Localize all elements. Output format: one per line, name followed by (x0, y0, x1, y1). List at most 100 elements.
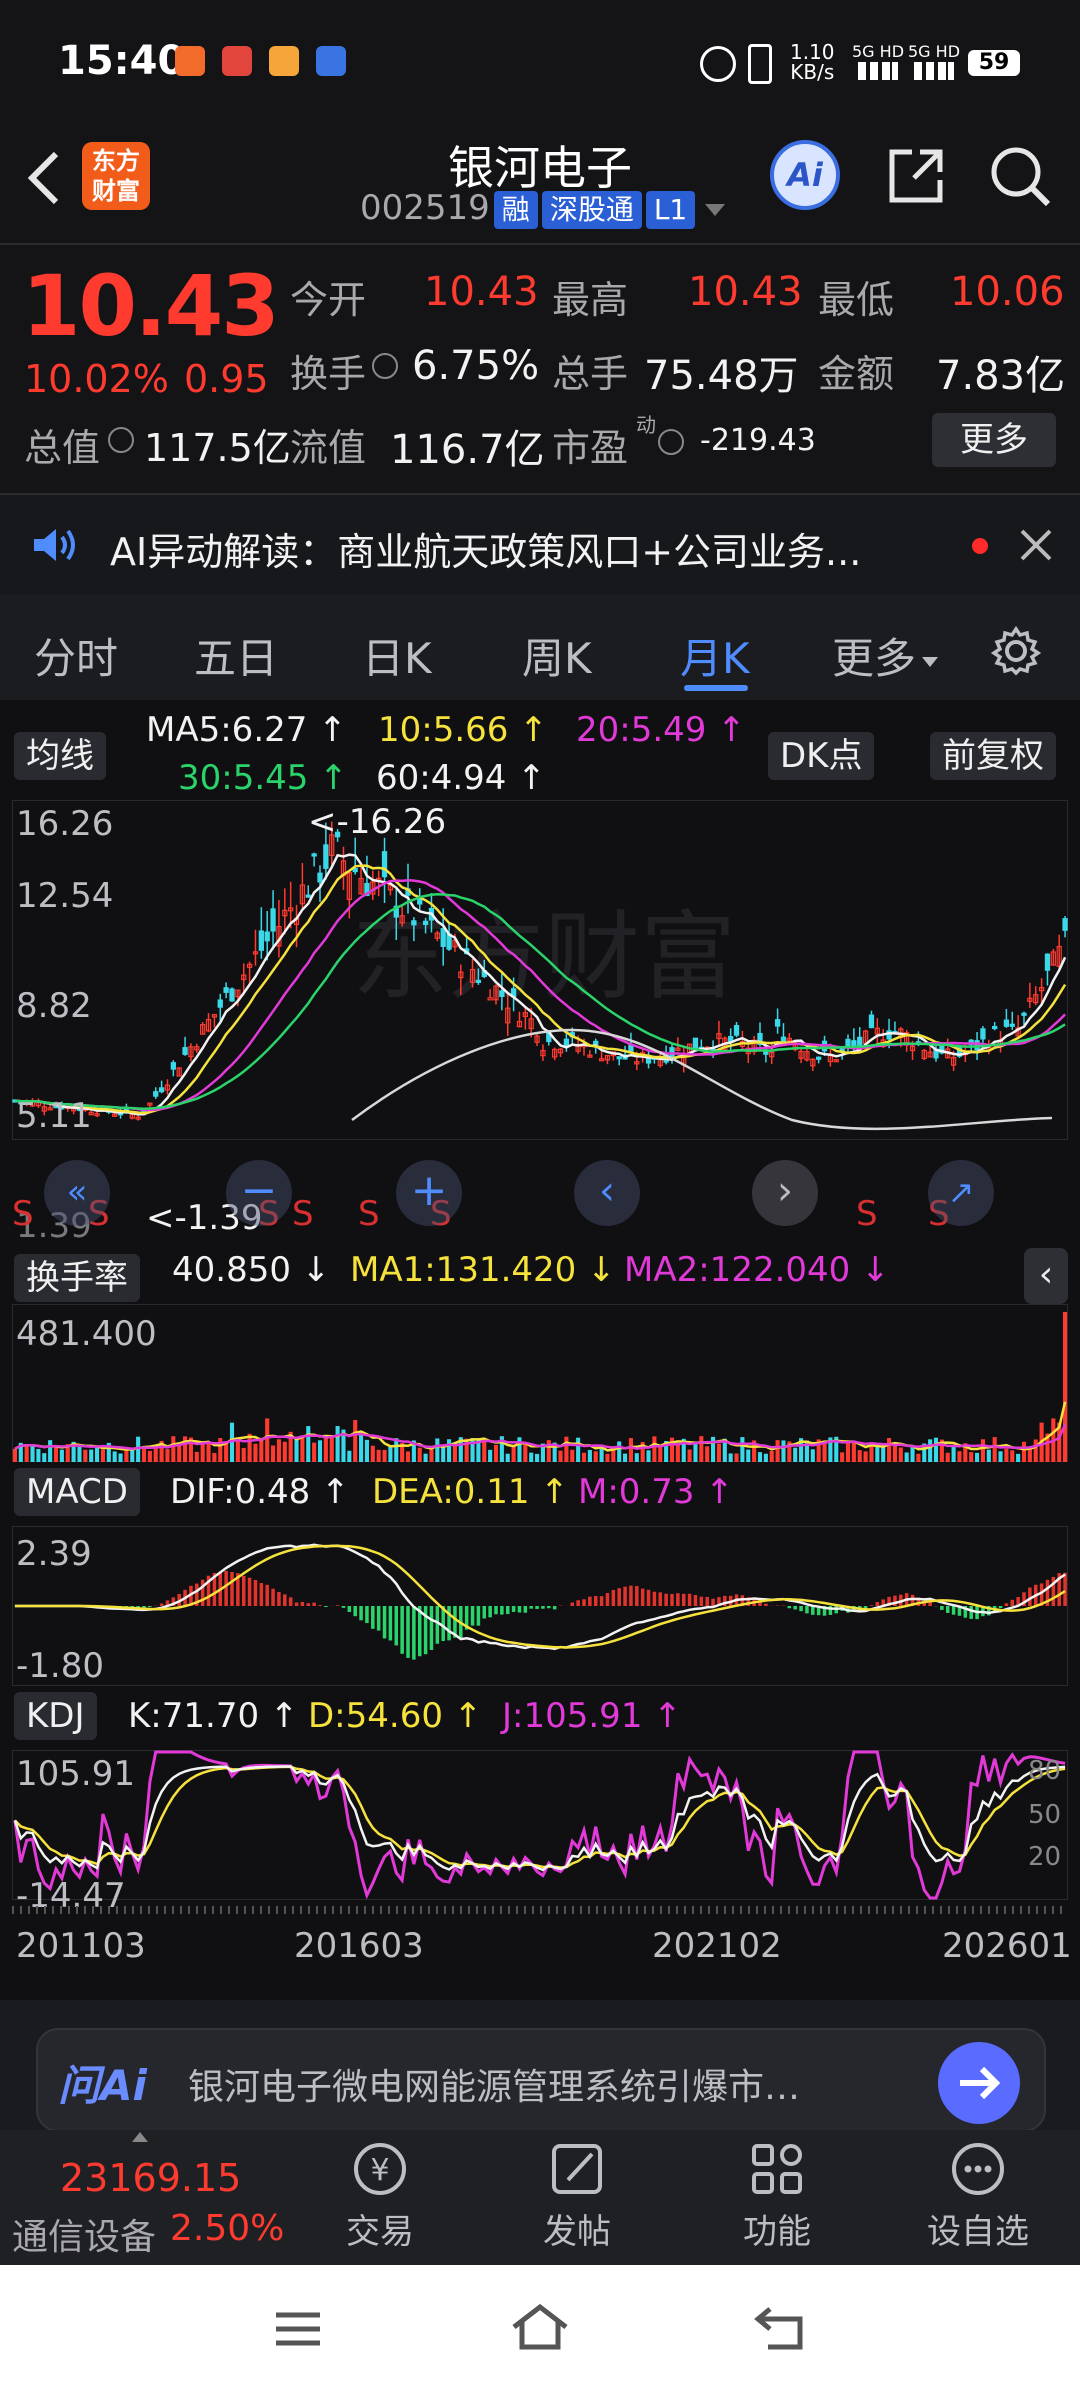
macd-bar (394, 1606, 399, 1646)
s-mark: S (358, 1194, 380, 1234)
turnover-bar (447, 1439, 452, 1462)
candle-body (217, 999, 223, 1008)
turnover-value: 6.75% (412, 343, 540, 389)
adjust-button[interactable]: 前复权 (930, 728, 1056, 780)
index-value[interactable]: 23169.15 (60, 2156, 241, 2200)
menu-icon[interactable] (272, 2309, 324, 2349)
ask-ai-input[interactable]: 问Ai 银河电子微电网能源管理系统引爆市… (36, 2028, 1046, 2132)
stock-code-row[interactable]: 002519 融深股通 L1 (360, 188, 726, 229)
macd-m: M:0.73 ↑ (578, 1472, 734, 1512)
zoom-out-button[interactable]: − (226, 1160, 292, 1226)
candle-body (774, 1019, 781, 1027)
index-name[interactable]: 通信设备 (12, 2208, 156, 2260)
turnover-bar (716, 1443, 721, 1462)
low-value: 10.06 (950, 269, 1065, 315)
turnover-bar (1004, 1448, 1009, 1462)
macd-bar (547, 1606, 551, 1609)
macd-bar (200, 1579, 205, 1606)
turnover-bar (775, 1440, 780, 1462)
scroll-left-fast-button[interactable]: « (44, 1160, 110, 1226)
ai-button[interactable]: Ai (770, 140, 840, 210)
candlestick-chart[interactable]: 东方财富 (12, 800, 1068, 1140)
info-icon[interactable] (658, 429, 684, 455)
vibrate-icon (748, 44, 772, 84)
turnover-bar (687, 1449, 692, 1462)
fullscreen-button[interactable]: ↗ (928, 1160, 994, 1226)
tab-monthly-k[interactable]: 月K (680, 625, 750, 686)
x-axis-ticks (12, 1906, 1068, 1914)
tab-more[interactable]: 更多 (832, 625, 939, 686)
tab-intraday[interactable]: 分时 (34, 625, 118, 686)
dk-button[interactable]: DK点 (768, 728, 875, 780)
home-icon[interactable] (508, 2301, 572, 2353)
index-pct[interactable]: 2.50% (170, 2208, 284, 2249)
tab-daily-k[interactable]: 日K (362, 625, 432, 686)
turnover-bar (482, 1440, 487, 1462)
x-tick: 202601 (942, 1926, 1072, 1966)
turnover-bar (623, 1453, 628, 1462)
change-pct: 10.02% (24, 357, 169, 401)
turnover-bar (1027, 1449, 1032, 1462)
macd-bar (640, 1588, 645, 1606)
trade-icon: ¥ (354, 2143, 406, 2195)
turnover-bar (576, 1437, 581, 1462)
candle-body (816, 1056, 822, 1060)
ai-banner[interactable]: AI异动解读：商业航天政策风口+公司业务... (0, 495, 1080, 595)
zoom-in-button[interactable]: + (396, 1160, 462, 1226)
gear-icon[interactable] (990, 625, 1042, 677)
nav-trade[interactable]: ¥ 交易 (330, 2138, 430, 2253)
nav-post[interactable]: 发帖 (527, 2138, 627, 2253)
signal-1-icon (858, 62, 898, 80)
macd-selector[interactable]: MACD (14, 1468, 140, 1516)
macd-y-top: 2.39 (16, 1534, 92, 1574)
scroll-right-button[interactable]: › (752, 1160, 818, 1226)
kdj-y-top: 105.91 (16, 1754, 135, 1794)
macd-bar (998, 1606, 1003, 1609)
macd-bar (341, 1606, 346, 1608)
turnover-bar (241, 1447, 246, 1462)
tab-weekly-k[interactable]: 周K (522, 625, 592, 686)
share-icon[interactable] (884, 144, 948, 208)
kdj-selector[interactable]: KDJ (14, 1692, 97, 1740)
ma-selector[interactable]: 均线 (14, 728, 106, 780)
close-icon[interactable] (1018, 527, 1054, 563)
svg-text:¥: ¥ (370, 2153, 389, 2188)
info-icon[interactable] (372, 353, 398, 379)
send-button[interactable] (938, 2042, 1020, 2124)
macd-bar (517, 1606, 522, 1613)
turnover-bar (124, 1450, 129, 1462)
macd-bar (570, 1602, 575, 1606)
turnover-chart[interactable] (12, 1304, 1068, 1462)
turnover-bar (335, 1426, 340, 1462)
candle-body (1003, 1019, 1010, 1027)
macd-bar (283, 1594, 287, 1606)
more-dots-icon (952, 2143, 1004, 2195)
nav-functions[interactable]: 功能 (727, 2138, 827, 2253)
candle-body (317, 872, 323, 883)
tab-five-day[interactable]: 五日 (194, 625, 278, 686)
more-button[interactable]: 更多 (932, 413, 1056, 467)
turnover-selector[interactable]: 换手率 (14, 1250, 140, 1302)
candle-body (733, 1025, 740, 1036)
turnover-bar (746, 1449, 751, 1462)
info-icon[interactable] (108, 427, 134, 453)
candle-body (440, 928, 446, 947)
turnover-bar (535, 1453, 540, 1462)
macd-chart[interactable] (12, 1526, 1068, 1686)
tab-more-label: 更多 (832, 634, 917, 683)
macd-bar (687, 1593, 692, 1606)
kdj-chart[interactable] (12, 1750, 1068, 1900)
turnover-bar (587, 1450, 592, 1462)
turnover-bar (59, 1449, 64, 1462)
battery-icon: 59 (968, 50, 1020, 76)
turnover-bar (969, 1452, 974, 1462)
s-mark: S (12, 1194, 34, 1234)
back-nav-icon[interactable] (752, 2303, 808, 2353)
signal-2-icon (914, 62, 954, 80)
collapse-button[interactable]: ‹ (1024, 1248, 1068, 1304)
search-icon[interactable] (986, 142, 1054, 210)
macd-bar (705, 1596, 709, 1606)
scroll-left-button[interactable]: ‹ (574, 1160, 640, 1226)
nav-watchlist[interactable]: 设自选 (918, 2138, 1038, 2253)
ask-ai-bar: 问Ai 银河电子微电网能源管理系统引爆市… (0, 2000, 1080, 2132)
